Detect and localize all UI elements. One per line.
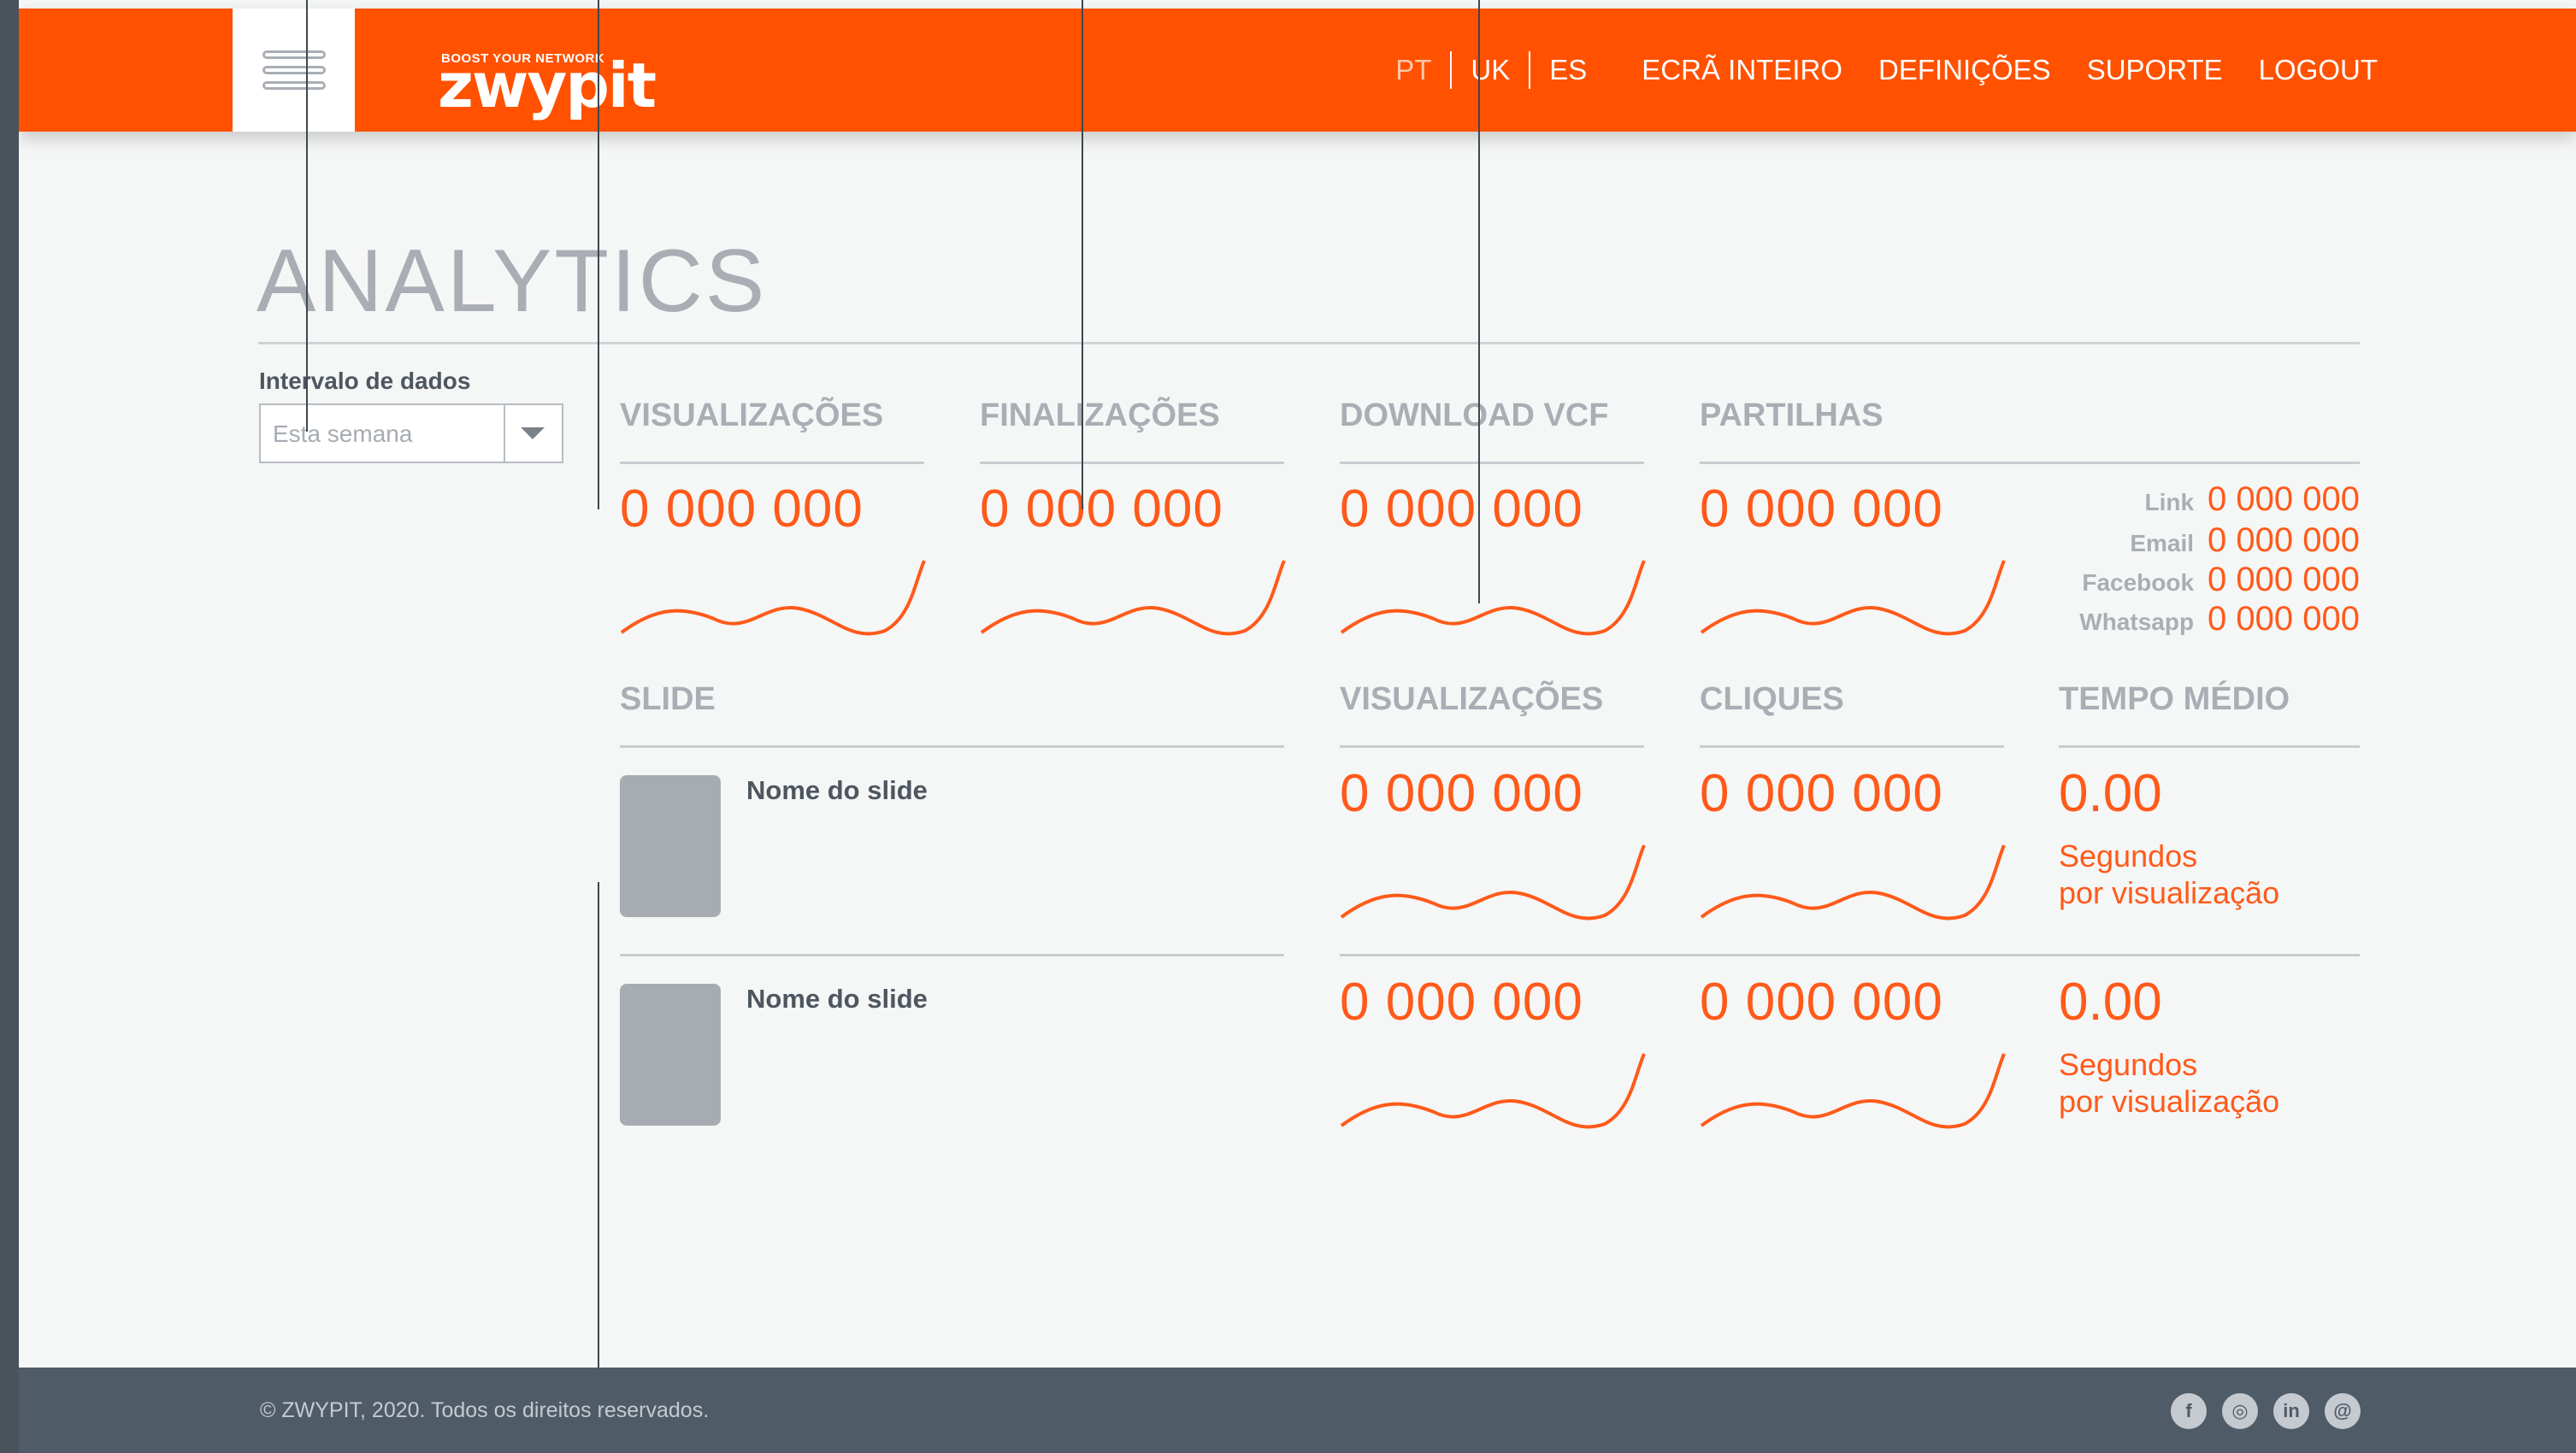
- nav-settings[interactable]: DEFINIÇÕES: [1878, 54, 2051, 86]
- download-vcf-value: 0 000 000: [1340, 479, 1583, 538]
- shares-value: 0 000 000: [1700, 479, 1943, 538]
- nav-logout[interactable]: LOGOUT: [2259, 54, 2378, 86]
- slide-clicks-header: CLIQUES: [1700, 681, 1844, 717]
- footer: © ZWYPIT, 2020. Todos os direitos reserv…: [19, 1368, 2576, 1453]
- guide-line: [598, 0, 599, 509]
- share-email-row: Email 0 000 000: [2130, 521, 2360, 559]
- facebook-icon[interactable]: f: [2171, 1393, 2207, 1429]
- views-header: VISUALIZAÇÕES: [620, 397, 884, 433]
- share-link-row: Link 0 000 000: [2144, 480, 2360, 518]
- date-range-select[interactable]: Esta semana: [259, 403, 563, 463]
- completions-sparkline: [980, 560, 1286, 636]
- hamburger-icon: [262, 50, 326, 59]
- guide-line: [1478, 0, 1480, 603]
- page: BOOST YOUR NETWORK zwypit PT UK ES ECRÃ …: [19, 0, 2576, 1453]
- shares-sparkline: [1700, 560, 2006, 636]
- slide-views-sparkline: [1340, 844, 1646, 921]
- left-edge-strip: [0, 0, 19, 1453]
- chevron-down-icon: [521, 427, 545, 439]
- linkedin-icon[interactable]: in: [2273, 1393, 2309, 1429]
- date-range-value: Esta semana: [273, 421, 413, 447]
- nav-fullscreen[interactable]: ECRÃ INTEIRO: [1642, 54, 1842, 86]
- slide-avg-time-unit-sub: por visualização: [2059, 875, 2280, 910]
- slide-clicks-value: 0 000 000: [1700, 764, 1943, 823]
- date-range-label: Intervalo de dados: [259, 368, 471, 394]
- views-sparkline: [620, 560, 926, 636]
- slide-clicks-value: 0 000 000: [1700, 973, 1943, 1032]
- download-vcf-sparkline: [1340, 560, 1646, 636]
- slide-clicks-sparkline: [1700, 844, 2006, 921]
- download-vcf-header: DOWNLOAD VCF: [1340, 397, 1609, 433]
- slide-name: Nome do slide: [746, 984, 928, 1014]
- slide-avg-time-value: 0.00: [2059, 973, 2162, 1032]
- slide-views-sparkline: [1340, 1053, 1646, 1129]
- slide-avg-time-unit: Segundos: [2059, 838, 2198, 874]
- share-whatsapp-row: Whatsapp 0 000 000: [2079, 600, 2360, 638]
- slide-views-header: VISUALIZAÇÕES: [1340, 681, 1604, 717]
- completions-header: FINALIZAÇÕES: [980, 397, 1220, 433]
- copyright-text: © ZWYPIT, 2020. Todos os direitos reserv…: [260, 1398, 710, 1422]
- slide-name: Nome do slide: [746, 775, 928, 805]
- email-icon[interactable]: @: [2325, 1393, 2361, 1429]
- nav-support[interactable]: SUPORTE: [2087, 54, 2223, 86]
- slide-clicks-sparkline: [1700, 1053, 2006, 1129]
- page-title: ANALYTICS: [256, 232, 768, 331]
- guide-line: [598, 882, 599, 1368]
- logo-wordmark: zwypit: [438, 50, 657, 121]
- completions-value: 0 000 000: [980, 479, 1223, 538]
- lang-pt[interactable]: PT: [1376, 54, 1450, 86]
- social-links: f ◎ in @: [2171, 1393, 2361, 1429]
- instagram-icon[interactable]: ◎: [2222, 1393, 2258, 1429]
- top-header: BOOST YOUR NETWORK zwypit PT UK ES ECRÃ …: [19, 9, 2576, 132]
- slide-avg-time-value: 0.00: [2059, 764, 2162, 823]
- views-value: 0 000 000: [620, 479, 864, 538]
- top-nav: PT UK ES ECRÃ INTEIRO DEFINIÇÕES SUPORTE…: [1376, 9, 2378, 132]
- share-facebook-row: Facebook 0 000 000: [2082, 561, 2360, 598]
- slide-thumbnail[interactable]: [620, 775, 721, 917]
- lang-uk[interactable]: UK: [1452, 54, 1529, 86]
- title-divider: [258, 342, 2360, 344]
- menu-button[interactable]: [233, 9, 355, 132]
- slide-views-value: 0 000 000: [1340, 764, 1583, 823]
- shares-header: PARTILHAS: [1700, 397, 1883, 433]
- slide-views-value: 0 000 000: [1340, 973, 1583, 1032]
- guide-line: [306, 0, 308, 432]
- slide-col-header: SLIDE: [620, 681, 716, 717]
- lang-es[interactable]: ES: [1530, 54, 1606, 86]
- slide-avg-time-unit-sub: por visualização: [2059, 1084, 2280, 1119]
- slide-thumbnail[interactable]: [620, 984, 721, 1126]
- slide-avg-time-header: TEMPO MÉDIO: [2059, 681, 2290, 717]
- guide-line: [1082, 0, 1083, 509]
- slide-avg-time-unit: Segundos: [2059, 1047, 2198, 1082]
